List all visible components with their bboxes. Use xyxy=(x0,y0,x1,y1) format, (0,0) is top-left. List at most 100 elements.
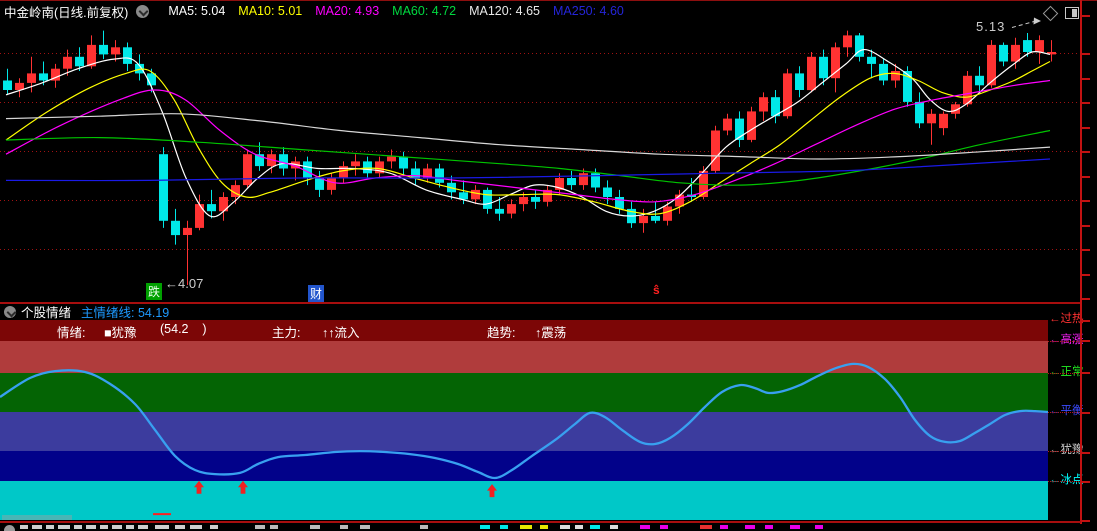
sentiment-panel-header: 个股情绪 主情绪线: 54.19 xyxy=(4,302,170,321)
level-dotted-line xyxy=(1048,412,1079,413)
chevron-down-icon[interactable] xyxy=(4,305,16,318)
axis-tick xyxy=(1081,151,1090,153)
main-sentiment-line-value: 主情绪线: 54.19 xyxy=(81,306,170,320)
buy-arrow-icon xyxy=(193,480,204,494)
axis-tick xyxy=(1081,176,1090,178)
clipped-glyph xyxy=(700,525,712,529)
clipped-glyph xyxy=(100,525,108,529)
clipped-glyph xyxy=(270,525,278,529)
clipped-glyph xyxy=(815,525,823,529)
sentiment-line-chart[interactable] xyxy=(0,320,1048,522)
clipped-glyph xyxy=(74,525,82,529)
clipped-glyph xyxy=(175,525,185,529)
clipped-glyph xyxy=(340,525,348,529)
clipped-glyph xyxy=(360,525,370,529)
level-dotted-line xyxy=(1048,451,1079,453)
level-dotted-line xyxy=(1048,372,1079,374)
drop-news-badge[interactable]: 跌 xyxy=(146,283,163,300)
ma60-label: MA60: 4.72 xyxy=(392,4,457,18)
emotion-label: 情绪: xyxy=(57,326,86,340)
diamond-icon[interactable] xyxy=(1042,5,1059,21)
axis-tick xyxy=(1081,452,1090,454)
faint-artifact xyxy=(2,515,72,520)
main-force-label: 主力: xyxy=(272,326,301,340)
clipped-glyph xyxy=(20,525,28,529)
axis-tick xyxy=(1081,520,1090,522)
level-dotted-line xyxy=(1048,481,1079,482)
axis-tick xyxy=(1081,412,1090,414)
axis-tick xyxy=(1081,53,1090,55)
axis-tick xyxy=(1081,340,1090,342)
axis-tick xyxy=(1081,200,1090,202)
chevron-down-icon[interactable] xyxy=(136,4,150,18)
clipped-glyph xyxy=(126,525,134,529)
axis-tick xyxy=(1081,15,1090,17)
axis-tick xyxy=(1081,481,1090,483)
clipped-glyph xyxy=(640,525,650,529)
clipped-glyph xyxy=(32,525,42,529)
clipped-glyph xyxy=(58,525,70,529)
emotion-number: (54.2 ) xyxy=(160,322,207,336)
level-label-1: ←过热 xyxy=(1049,313,1084,325)
buy-arrow-icon xyxy=(487,484,497,498)
app-root: 中金岭南(日线.前复权) MA5: 5.04 MA10: 5.01 MA20: … xyxy=(0,0,1097,531)
signal-s-marker: ŝ xyxy=(653,283,660,297)
clipped-glyph xyxy=(610,525,618,529)
trend-label: 趋势: xyxy=(487,326,516,340)
clipped-glyph xyxy=(210,525,218,529)
ma10-label: MA10: 5.01 xyxy=(238,4,303,18)
clipped-glyph xyxy=(660,525,668,529)
clipped-glyph xyxy=(255,525,265,529)
clipped-glyph xyxy=(745,525,755,529)
clipped-glyph xyxy=(500,525,508,529)
sentiment-line xyxy=(0,362,1048,480)
emotion-value: ■犹豫 xyxy=(104,326,137,340)
clipped-glyph xyxy=(575,525,583,529)
axis-tick xyxy=(1081,78,1090,80)
clipped-glyph xyxy=(590,525,600,529)
candlestick-chart[interactable] xyxy=(0,0,1080,303)
axis-tick xyxy=(1081,298,1090,300)
axis-tick xyxy=(1081,127,1090,129)
clipped-glyph xyxy=(790,525,800,529)
clipped-glyph xyxy=(520,525,532,529)
finance-news-badge[interactable]: 财 xyxy=(308,285,325,302)
low-price-annotation: ←4.07 xyxy=(165,276,204,291)
bottom-divider xyxy=(0,521,1081,523)
sentiment-panel-title[interactable]: 个股情绪 xyxy=(21,302,71,321)
high-price-annotation: 5.13 xyxy=(976,19,1006,34)
clipped-glyph xyxy=(112,525,122,529)
clipped-glyph xyxy=(310,525,320,529)
axis-tick xyxy=(1081,249,1090,251)
clipped-glyph xyxy=(86,525,96,529)
ma250-label: MA250: 4.60 xyxy=(553,4,624,18)
next-panel-clipped-row xyxy=(0,524,1097,531)
ma120-label: MA120: 4.65 xyxy=(469,4,540,18)
panel-layout-icon[interactable] xyxy=(1065,7,1079,19)
clipped-glyph xyxy=(560,525,570,529)
right-border xyxy=(1080,0,1082,531)
stock-title: 中金岭南(日线.前复权) xyxy=(4,5,129,20)
trend-value: ↑震荡 xyxy=(535,326,567,340)
clipped-glyph xyxy=(480,525,490,529)
axis-tick xyxy=(1081,225,1090,227)
clipped-glyph xyxy=(540,525,548,529)
clipped-glyph xyxy=(420,525,428,529)
ma20-label: MA20: 4.93 xyxy=(315,4,380,18)
clipped-glyph xyxy=(155,525,169,529)
clipped-glyph xyxy=(765,525,773,529)
chevron-down-icon xyxy=(4,525,15,531)
axis-tick xyxy=(1081,274,1090,276)
axis-tick xyxy=(1081,320,1090,322)
main-force-value: ↑↑流入 xyxy=(322,326,360,340)
clipped-glyph xyxy=(190,525,202,529)
clipped-glyph xyxy=(720,525,728,529)
level-dotted-line xyxy=(1048,340,1079,342)
axis-tick xyxy=(1081,102,1090,104)
window-corner-icons xyxy=(1042,5,1079,21)
buy-arrow-icon xyxy=(237,480,248,494)
ma5-label: MA5: 5.04 xyxy=(168,4,226,18)
clipped-glyph xyxy=(46,525,54,529)
clipped-glyph xyxy=(138,525,148,529)
axis-tick xyxy=(1081,372,1090,374)
